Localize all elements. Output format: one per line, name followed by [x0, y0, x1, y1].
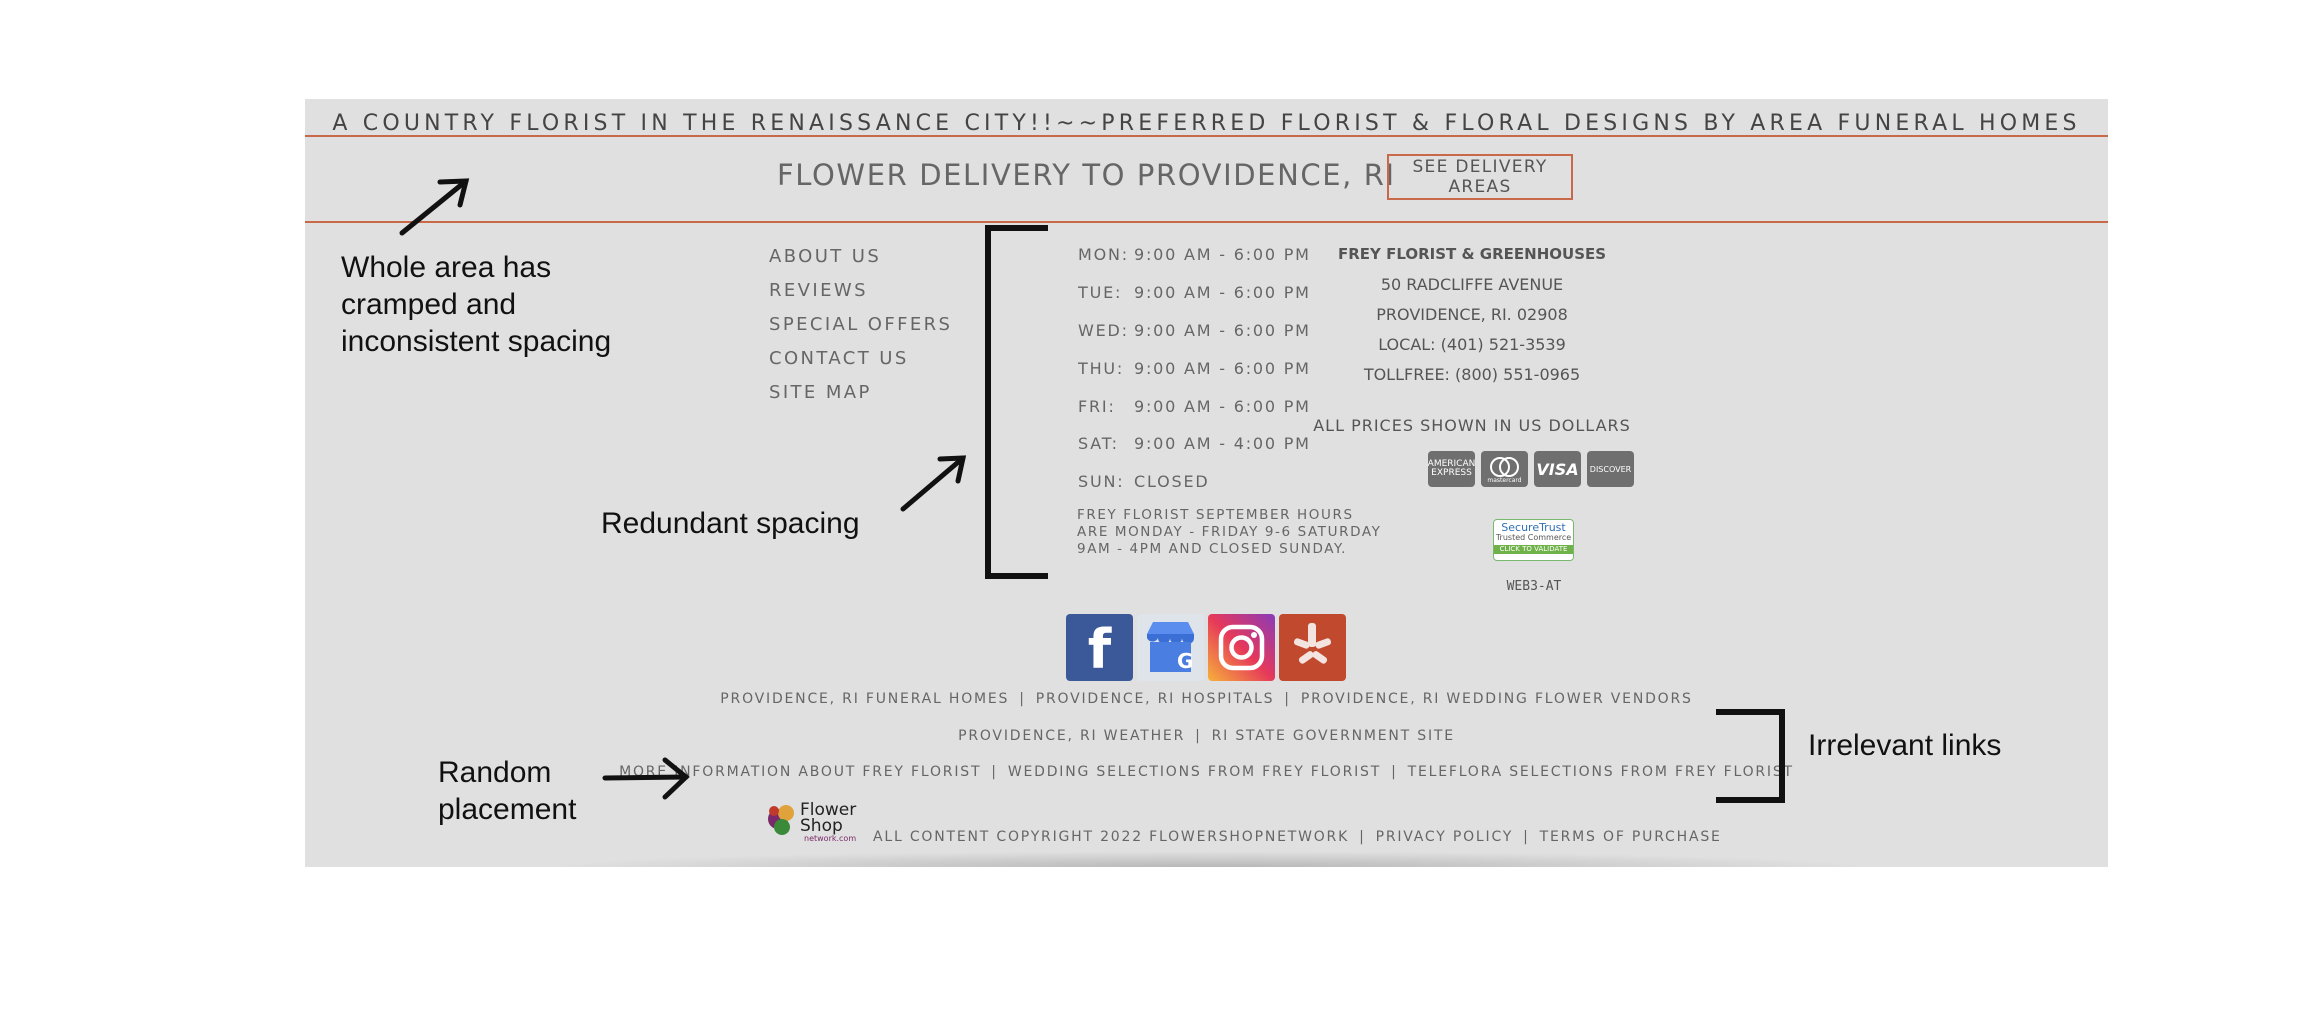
- annotation-bracket-hours: [985, 225, 1048, 579]
- annotation-spacing: Whole area has cramped and inconsistent …: [341, 251, 612, 358]
- annotation-arrow-redundant: [900, 455, 966, 512]
- annotation-redundant: Redundant spacing: [601, 507, 860, 540]
- annotation-bracket-links: [1716, 709, 1785, 803]
- annotation-arrow-random: [602, 774, 689, 781]
- annotation-overlay: [399, 178, 1785, 803]
- annotation-arrow-spacing: [399, 178, 469, 236]
- annotation-irrelevant: Irrelevant links: [1808, 729, 2002, 762]
- annotation-random: Random placement: [438, 756, 577, 826]
